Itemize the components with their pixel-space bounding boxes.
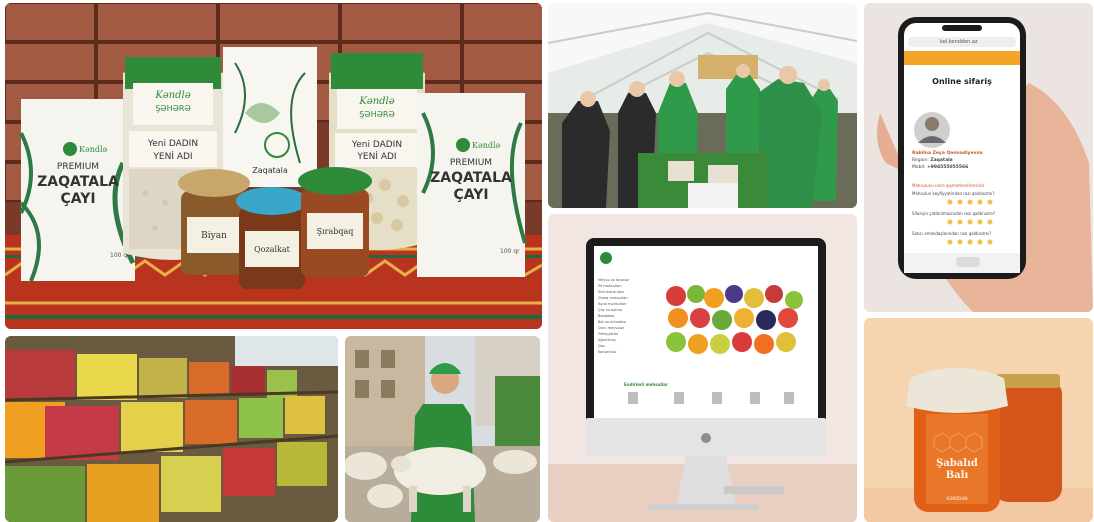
honey-label-sub: KƏNDDƏN xyxy=(946,496,968,501)
jar2-label: Qozalkat xyxy=(254,245,291,254)
phone-q0: Məhsulunu necə qiymətləndirərsiniz xyxy=(912,183,985,188)
imac-website-photo: Meyvə və tərəvəz Ət məhsulları Süd məhsu… xyxy=(548,214,857,522)
phone-mobile-row: Mobil: +994555055566 xyxy=(912,165,968,170)
nuts-brand: Kəndlə xyxy=(358,96,394,107)
tea-right-weight: 100 qr xyxy=(500,248,520,255)
tea-left-brand: Kəndlə xyxy=(79,145,108,154)
phone-url: kel.kendden.az xyxy=(940,39,978,45)
tea-left-title1: PREMIUM xyxy=(57,162,99,172)
tea-right-title2: ZAQATALA xyxy=(430,170,512,186)
tea-box-left: Kəndlə PREMIUM ZAQATALA ÇAYI 100 qr xyxy=(19,99,136,282)
market-tent-photo xyxy=(548,3,857,208)
rice-line2: YENİ ADI xyxy=(152,151,192,162)
phone-q2: Sifarişin çatdırılmasından razı qaldınız… xyxy=(912,211,996,216)
tea-right-brand: Kəndlə xyxy=(472,141,501,150)
honey-label-line1: Şabalıd xyxy=(936,458,978,469)
phone-region: Zaqatala xyxy=(930,158,953,163)
monitor-menu-item[interactable]: Konservlər xyxy=(598,350,656,356)
nuts-brand2: ŞƏHƏRƏ xyxy=(359,110,395,119)
phone-title: Online sifariş xyxy=(932,77,992,86)
nuts-line1: Yeni DADIN xyxy=(351,140,402,150)
middle-bag: Zaqatala xyxy=(223,47,317,187)
tea-right-title1: PREMIUM xyxy=(450,158,492,168)
phone-mobile-label: Mobil: xyxy=(912,165,926,170)
tea-left-title2: ZAQATALA xyxy=(37,174,119,190)
honey-jars-photo: Şabalıd Balı KƏNDDƏN xyxy=(864,318,1093,522)
phone-order-photo: kel.kendden.az Online sifariş Rabilna Ze… xyxy=(864,3,1093,312)
phone-mobile: +994555055566 xyxy=(926,165,969,170)
rice-line1: Yeni DADIN xyxy=(147,139,198,149)
phone-name: Rabilna Zeya Qənnadiyevna xyxy=(912,151,983,156)
middle-sub: Zaqatala xyxy=(252,166,288,175)
monitor-section-title: Endirimli məhsullar xyxy=(624,382,668,387)
phone-region-row: Region: Zaqatala xyxy=(912,158,953,163)
tea-box-right: Kəndlə PREMIUM ZAQATALA ÇAYI 100 qr xyxy=(417,93,527,277)
rice-brand: Kəndlə xyxy=(154,90,190,101)
phone-q1: Məhsulun keyfiyyətindən razı qaldınızmı? xyxy=(912,191,995,196)
tea-right-title3: ÇAYI xyxy=(453,187,488,203)
fruit-display-photo xyxy=(5,336,338,522)
phone-region-label: Region: xyxy=(912,158,929,163)
honey-label-line2: Balı xyxy=(945,470,969,481)
rice-brand2: ŞƏHƏRƏ xyxy=(155,104,191,113)
tea-left-title3: ÇAYI xyxy=(60,191,95,207)
jar-sirabqaq: Şırabqaq xyxy=(298,167,372,277)
farmer-sheep-photo xyxy=(345,336,540,522)
monitor-sidebar: Meyvə və tərəvəz Ət məhsulları Süd məhsu… xyxy=(598,278,656,356)
nuts-line2: YENİ ADI xyxy=(356,151,396,162)
jar-qozalkat: Qozalkat xyxy=(236,187,308,289)
product-lineup-photo: Kəndlə PREMIUM ZAQATALA ÇAYI 100 qr Kənd… xyxy=(5,3,542,329)
jar3-label: Şırabqaq xyxy=(317,227,354,236)
jar1-label: Biyan xyxy=(201,231,227,241)
phone-q3: Satıcı əməkdaşlarından razı qaldınızmı? xyxy=(912,231,992,236)
